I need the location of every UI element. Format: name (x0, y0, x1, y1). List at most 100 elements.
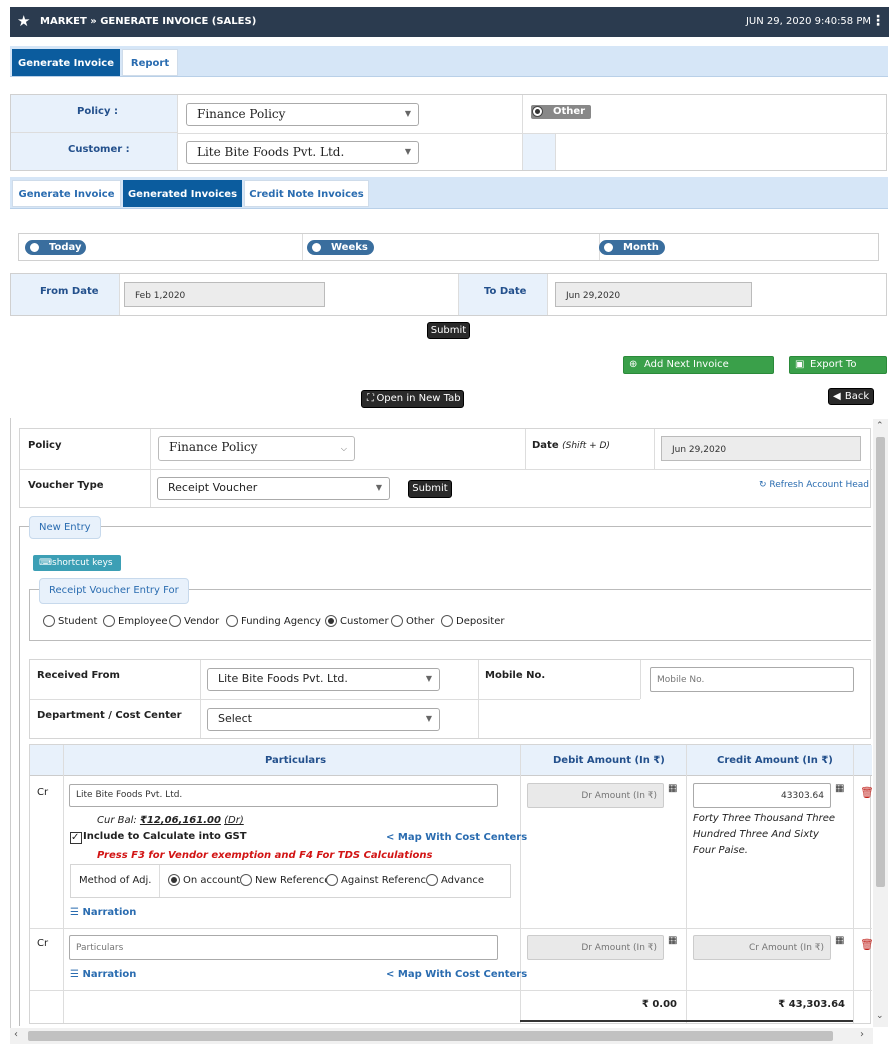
scroll-right-icon[interactable]: › (860, 1029, 864, 1040)
method-new-reference[interactable]: New Reference (240, 874, 330, 886)
kebab-menu-icon[interactable]: ⋮ (871, 13, 885, 29)
row1-type: Cr (37, 787, 49, 798)
scroll-left-icon[interactable]: ‹ (14, 1029, 18, 1040)
row1-map-cost-centers-link[interactable]: < Map With Cost Centers (386, 832, 527, 843)
tab-credit-note-invoices[interactable]: Credit Note Invoices (244, 180, 369, 207)
entry-for-legend: Receipt Voucher Entry For (39, 578, 189, 604)
open-new-tab-button[interactable]: ⛶ Open in New Tab (361, 390, 464, 408)
row1-particular-input[interactable]: Lite Bite Foods Pvt. Ltd. (69, 784, 498, 807)
row2-narration-link[interactable]: ☰ Narration (70, 969, 136, 980)
header-debit: Debit Amount (In ₹) (553, 755, 665, 766)
date-input[interactable]: Jun 29,2020 (661, 436, 861, 461)
other-radio[interactable]: Other (531, 105, 592, 119)
gst-checkbox[interactable]: ✓ Include to Calculate into GST (70, 831, 247, 844)
today-radio[interactable]: Today (25, 240, 86, 255)
row2-credit-input[interactable] (693, 935, 831, 960)
expand-icon: ⛶ (367, 393, 374, 404)
tab-generate-invoice-sub[interactable]: Generate Invoice (12, 180, 121, 207)
calculator-icon[interactable]: ▦ (668, 783, 677, 794)
trash-icon[interactable]: 🗑 (860, 938, 874, 951)
export-excel-button[interactable]: ▣ Export To Excel (789, 356, 887, 386)
from-date-label: From Date (40, 286, 99, 297)
row1-narration-link[interactable]: ☰ Narration (70, 907, 136, 918)
share-icon: < (386, 969, 398, 980)
customer-select[interactable]: Lite Bite Foods Pvt. Ltd. ▼ (186, 141, 419, 164)
tab-generate-invoice[interactable]: Generate Invoice (12, 49, 120, 76)
chevron-down-icon: ▼ (425, 714, 432, 723)
share-icon: < (386, 832, 398, 843)
voucher-policy-select[interactable]: Finance Policy ⌵ (158, 436, 355, 461)
list-icon: ☰ (70, 907, 83, 918)
row2-map-cost-centers-link[interactable]: < Map With Cost Centers (386, 969, 527, 980)
add-reminder-button[interactable]: ⊕ Add Next Invoice Reminder (623, 356, 774, 386)
sub-tabbar: Generate Invoice Generated Invoices Cred… (10, 177, 888, 209)
method-of-adjustment: Method of Adj. On account New Reference … (70, 864, 511, 898)
policy-label: Policy : (77, 106, 118, 117)
current-balance: Cur Bal: ₹12,06,161.00 (Dr) (97, 815, 244, 826)
radio-other[interactable]: Other (391, 615, 434, 627)
method-advance[interactable]: Advance (426, 874, 484, 886)
calculator-icon[interactable]: ▦ (835, 783, 844, 794)
received-from-label: Received From (37, 670, 120, 681)
back-arrow-icon: ◀ (833, 391, 841, 402)
range-submit-button[interactable]: Submit (427, 322, 470, 339)
method-label: Method of Adj. (79, 875, 152, 886)
vertical-scrollbar[interactable]: ⌃ ⌄ (873, 419, 888, 1027)
trash-icon[interactable]: 🗑 (860, 786, 874, 799)
chevron-down-icon: ▼ (425, 674, 432, 683)
range-options: Today Weeks Month (18, 233, 879, 261)
month-radio[interactable]: Month (599, 240, 665, 255)
voucher-type-select[interactable]: Receipt Voucher ▼ (157, 477, 390, 500)
star-icon[interactable]: ★ (17, 12, 30, 30)
tab-generated-invoices[interactable]: Generated Invoices (123, 180, 242, 207)
credit-amount-words: Forty Three Thousand Three Hundred Three… (693, 813, 836, 856)
from-date-input[interactable]: Feb 1,2020 (124, 282, 325, 307)
voucher-policy-label: Policy (28, 440, 62, 451)
radio-funding-agency[interactable]: Funding Agency (226, 615, 321, 627)
radio-employee[interactable]: Employee (103, 615, 168, 627)
vendor-exemption-warning: Press F3 for Vendor exemption and F4 For… (97, 850, 433, 861)
row1-credit-input[interactable]: 43303.64 (693, 783, 831, 808)
mobile-label: Mobile No. (485, 670, 546, 681)
received-from-select[interactable]: Lite Bite Foods Pvt. Ltd. ▼ (207, 668, 440, 691)
back-button[interactable]: ◀ Back (828, 388, 874, 405)
mobile-input[interactable] (650, 667, 854, 692)
radio-vendor[interactable]: Vendor (169, 615, 219, 627)
shortcut-keys-button[interactable]: ⌨shortcut keys (33, 555, 121, 571)
policy-select[interactable]: Finance Policy ▼ (186, 103, 419, 126)
radio-customer[interactable]: Customer (325, 615, 389, 627)
calculator-icon[interactable]: ▦ (835, 935, 844, 946)
department-select[interactable]: Select ▼ (207, 708, 440, 731)
header-particulars: Particulars (265, 755, 327, 766)
excel-file-icon: ▣ (795, 359, 805, 370)
department-label: Department / Cost Center (37, 710, 182, 721)
row2-debit-input[interactable] (527, 935, 664, 960)
keyboard-icon: ⌨ (39, 558, 52, 568)
checkmark-icon: ✓ (70, 832, 82, 844)
policy-form: Policy : Customer : Finance Policy ▼ Lite… (10, 94, 888, 171)
voucher-type-label: Voucher Type (28, 480, 104, 491)
horizontal-scrollbar[interactable]: ‹ › (10, 1028, 873, 1044)
radio-student[interactable]: Student (43, 615, 97, 627)
method-against-reference[interactable]: Against Reference (326, 874, 432, 886)
tab-report[interactable]: Report (122, 49, 178, 76)
calculator-icon[interactable]: ▦ (668, 935, 677, 946)
scroll-down-icon[interactable]: ⌄ (876, 1011, 884, 1021)
radio-depositer[interactable]: Depositer (441, 615, 505, 627)
top-tabbar: Generate Invoice Report (10, 46, 888, 77)
method-on-account[interactable]: On account (168, 874, 240, 886)
refresh-account-head-link[interactable]: ↻ Refresh Account Head (759, 480, 869, 490)
customer-label: Customer : (68, 144, 130, 155)
date-range-row: From Date To Date Feb 1,2020 Jun 29,2020 (10, 273, 887, 316)
weeks-radio[interactable]: Weeks (307, 240, 374, 255)
list-icon: ☰ (70, 969, 83, 980)
to-date-input[interactable]: Jun 29,2020 (555, 282, 752, 307)
row2-particular-input[interactable] (69, 935, 498, 960)
scroll-up-icon[interactable]: ⌃ (876, 421, 884, 431)
row1-debit-input[interactable] (527, 783, 664, 808)
refresh-icon: ↻ (759, 480, 770, 490)
top-bar: ★ MARKET » GENERATE INVOICE (SALES) JUN … (10, 7, 889, 37)
voucher-submit-button[interactable]: Submit (408, 480, 452, 498)
new-entry-legend: New Entry (29, 516, 101, 539)
chevron-down-icon: ▼ (404, 147, 411, 156)
